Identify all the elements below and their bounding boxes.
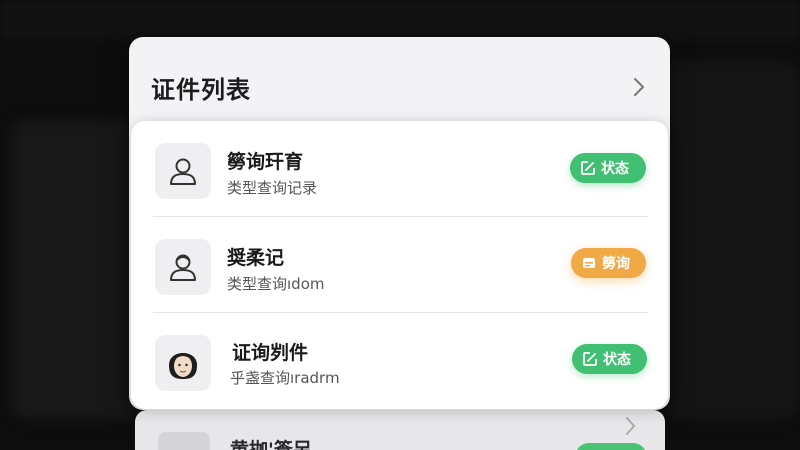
list-item[interactable]: 奨柔记 类型查询ıdom 簩询 [131,217,668,313]
item-name: 证询刿件 [232,342,309,364]
avatar [158,432,210,450]
chevron-right-icon[interactable] [630,76,648,98]
card-icon [583,258,595,268]
certificate-list-card: 簩询玕育 类型查询记录 状态 奨柔记 类型查询ıdom 簩询 证询刿件 乎盏查询… [131,121,668,409]
edit-square-icon [581,161,595,175]
avatar [155,239,211,295]
item-name: 簩询玕育 [227,151,304,173]
avatar [155,143,211,199]
badge-label: 状态 [601,161,629,177]
person-outline-icon [170,158,196,185]
item-subtitle: 类型查询记录 [227,179,318,197]
list-item[interactable]: 证询刿件 乎盏查询ıradrm 状态 [131,313,668,409]
item-name: 奨柔记 [227,247,285,269]
person-outline-icon [170,254,196,281]
person-photo-icon [169,353,197,379]
edit-square-icon [583,352,597,366]
item-subtitle: 乎盏查询ıradrm [230,369,340,387]
background-right [660,60,800,420]
panel-title: 证件列表 [151,76,251,104]
badge-label: 状态 [603,352,631,368]
background-top [0,0,800,40]
query-button[interactable]: 簩询 [571,248,646,278]
badge-label: 簩询 [602,256,630,272]
item-name: 黄拁'篬另 [230,439,312,450]
status-button[interactable]: 状态 [572,344,647,374]
status-button[interactable]: 状态 [570,153,646,183]
avatar [155,335,211,391]
status-badge[interactable] [575,443,647,450]
list-item[interactable]: 簩询玕育 类型查询记录 状态 [131,121,668,217]
item-subtitle: 类型查询ıdom [227,275,325,293]
chevron-right-icon [626,417,636,435]
